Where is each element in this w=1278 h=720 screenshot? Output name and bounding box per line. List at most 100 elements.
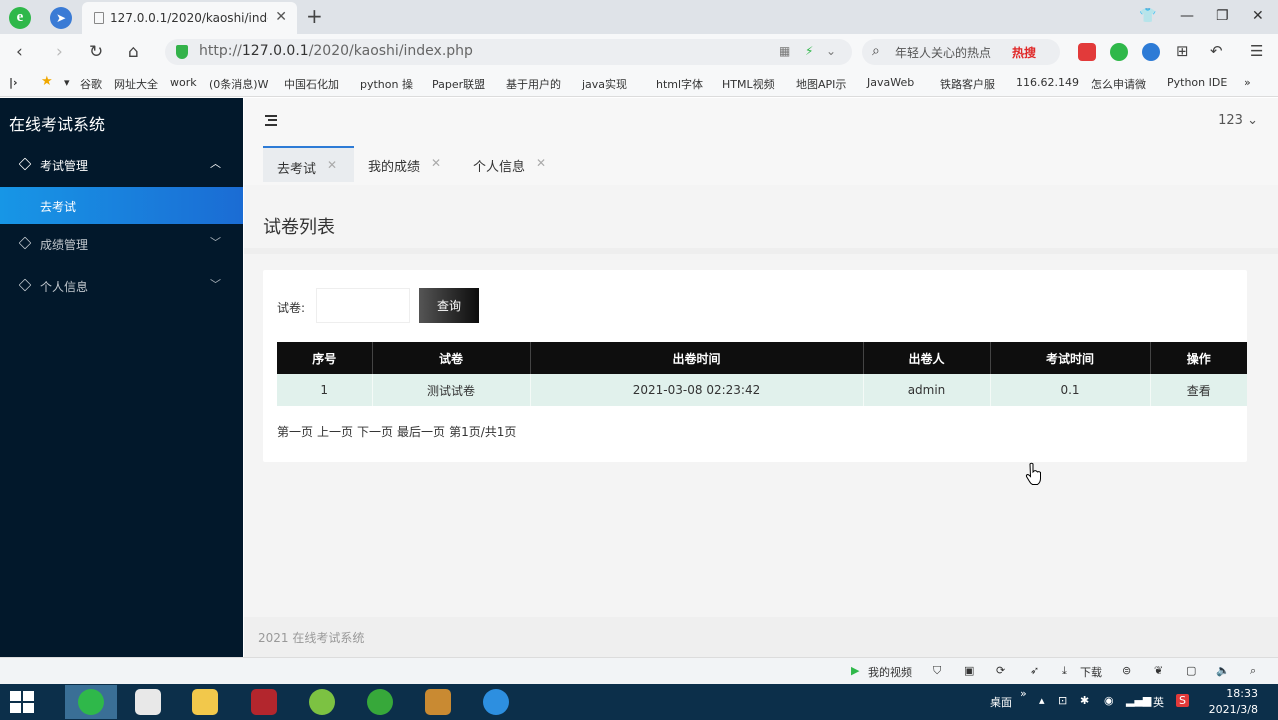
bookmark-item[interactable]: Python IDE (1167, 76, 1227, 89)
hot-search-label[interactable]: 热搜 (1012, 44, 1036, 61)
bookmark-item[interactable]: JavaWeb (867, 76, 914, 89)
browser-tab[interactable]: 127.0.0.1/2020/kaoshi/index.php ✕ (82, 2, 297, 34)
user-menu[interactable]: 123 ⌄ (1218, 113, 1258, 128)
my-videos-link[interactable]: 我的视频 (868, 664, 912, 680)
tray-app-icon[interactable]: ✱ (1080, 694, 1089, 707)
sidebar-item-score-management[interactable]: 成绩管理 ﹀ (0, 224, 243, 264)
reload-button[interactable]: ↻ (89, 42, 103, 62)
taskbar-books[interactable] (238, 685, 290, 719)
grid-menu-icon[interactable]: ⊞ (1176, 42, 1189, 60)
tab-take-exam[interactable]: 去考试 ✕ (263, 146, 354, 182)
rocket-icon[interactable]: ➶ (1030, 664, 1039, 677)
leaf-icon[interactable]: ❦ (1154, 664, 1163, 677)
bookmark-item[interactable]: (0条消息)W (209, 76, 268, 92)
star-icon[interactable]: ★ (41, 74, 53, 89)
toolbar-expand-icon[interactable]: » (1020, 687, 1027, 700)
ext-red-icon[interactable] (1078, 43, 1096, 61)
speaker-icon[interactable]: 🔈 (1216, 664, 1230, 677)
sidebar-toggle-icon[interactable]: |› (9, 76, 18, 89)
taskbar-notebook[interactable] (412, 685, 464, 719)
navigator-icon[interactable]: ➤ (50, 7, 72, 29)
taskbar-app-green[interactable] (296, 685, 348, 719)
zoom-icon[interactable]: ⌕ (1250, 664, 1256, 678)
sidebar-item-label: 个人信息 (40, 280, 89, 294)
url-text[interactable]: http://127.0.0.1/2020/kaoshi/index.php (199, 43, 473, 59)
bookmark-item[interactable]: 基于用户的 (506, 76, 561, 92)
more-bookmarks-icon[interactable]: » (1244, 76, 1251, 89)
shirt-skin-icon[interactable]: 👕 (1139, 8, 1156, 24)
desktop-toolbar[interactable]: 桌面 (990, 694, 1012, 710)
paper-search-input[interactable] (316, 288, 410, 323)
tab-my-scores[interactable]: 我的成绩 ✕ (354, 146, 454, 182)
close-icon[interactable]: ✕ (536, 156, 546, 170)
ime-indicator[interactable]: 英 (1153, 694, 1164, 710)
sidebar-subitem-take-exam[interactable]: 去考试 (0, 187, 243, 224)
download-link[interactable]: 下载 (1080, 664, 1102, 680)
tab-personal-info[interactable]: 个人信息 ✕ (459, 146, 554, 182)
bookmark-item[interactable]: 116.62.149 (1016, 76, 1079, 89)
image-icon[interactable]: ▣ (964, 664, 974, 677)
undo-icon[interactable]: ↶ (1210, 42, 1223, 60)
bookmark-item[interactable]: python 操 (360, 76, 413, 92)
taskbar-browser[interactable] (65, 685, 117, 719)
last-page-link[interactable]: 最后一页 (397, 425, 445, 439)
lightning-icon[interactable]: ⚡ (805, 44, 813, 58)
bookmark-item[interactable]: 地图API示 (796, 76, 846, 92)
bookmark-item[interactable]: java实现 (582, 76, 627, 92)
bookmark-item[interactable]: work (170, 76, 197, 89)
address-bar[interactable]: http://127.0.0.1/2020/kaoshi/index.php ▦… (165, 39, 852, 65)
close-tab-icon[interactable]: ✕ (275, 9, 287, 25)
view-link[interactable]: 查看 (1150, 374, 1247, 406)
tray-network-icon[interactable]: ⊡ (1058, 694, 1067, 707)
collapse-menu-icon[interactable] (263, 114, 277, 126)
windows-start-icon[interactable] (10, 691, 34, 713)
bookmark-item[interactable]: 怎么申请微 (1091, 76, 1146, 92)
signal-icon[interactable]: ▂▄▆ (1126, 694, 1151, 707)
ext-search-icon[interactable] (1142, 43, 1160, 61)
forward-button[interactable]: › (56, 42, 63, 62)
taskbar-java[interactable] (122, 685, 174, 719)
shield-icon[interactable]: ⛉ (933, 664, 941, 678)
bookmark-item[interactable]: html字体 (656, 76, 703, 92)
menu-icon[interactable]: ☰ (1250, 42, 1263, 60)
qr-code-icon[interactable]: ▦ (779, 44, 790, 58)
bookmark-item[interactable]: 铁路客户服 (940, 76, 995, 92)
search-box[interactable]: ⌕ 年轻人关心的热点 热搜 (862, 39, 1060, 65)
restore-button[interactable]: ❐ (1216, 8, 1229, 24)
download-icon[interactable]: ⤓ (1062, 664, 1067, 678)
bookmark-item[interactable]: 中国石化加 (284, 76, 339, 92)
bookmark-item[interactable]: HTML视频 (722, 76, 775, 92)
taskbar-explorer[interactable] (179, 685, 231, 719)
sidebar-item-exam-management[interactable]: 考试管理 ︿ (0, 145, 243, 185)
ext-green-icon[interactable] (1110, 43, 1128, 61)
clock[interactable]: 18:33 2021/3/8 (1209, 686, 1258, 718)
taskbar-app-frog[interactable] (354, 685, 406, 719)
back-button[interactable]: ‹ (16, 42, 23, 62)
close-window-button[interactable]: ✕ (1252, 8, 1264, 24)
new-tab-button[interactable]: + (306, 4, 323, 28)
refresh-icon[interactable]: ⟳ (996, 664, 1005, 677)
cookie-icon[interactable]: ⊜ (1122, 664, 1131, 677)
query-button[interactable]: 查询 (419, 288, 479, 323)
sogou-icon[interactable]: S (1176, 694, 1189, 707)
next-page-link[interactable]: 下一页 (357, 425, 393, 439)
window-icon[interactable]: ▢ (1186, 664, 1196, 677)
bookmark-item[interactable]: Paper联盟 (432, 76, 485, 92)
tray-record-icon[interactable]: ◉ (1104, 694, 1114, 707)
close-icon[interactable]: ✕ (431, 156, 441, 170)
sidebar-item-personal-info[interactable]: 个人信息 ﹀ (0, 266, 243, 306)
close-icon[interactable]: ✕ (327, 158, 337, 172)
home-button[interactable]: ⌂ (128, 42, 139, 62)
tray-up-icon[interactable]: ▴ (1039, 694, 1045, 707)
first-page-link[interactable]: 第一页 (277, 425, 313, 439)
browser-logo-icon[interactable]: e (9, 7, 31, 29)
prev-page-link[interactable]: 上一页 (317, 425, 353, 439)
minimize-button[interactable]: — (1180, 8, 1194, 24)
chevron-down-icon[interactable]: ⌄ (826, 44, 836, 58)
taskbar-ie[interactable] (470, 685, 522, 719)
video-icon[interactable]: ▶ (851, 664, 859, 677)
browser-tabstrip: e ➤ 127.0.0.1/2020/kaoshi/index.php ✕ + … (0, 0, 1278, 34)
bookmark-item[interactable]: 谷歌 (80, 76, 102, 92)
bookmark-item[interactable]: 网址大全 (114, 76, 158, 92)
chevron-down-icon[interactable]: ▾ (64, 76, 70, 89)
